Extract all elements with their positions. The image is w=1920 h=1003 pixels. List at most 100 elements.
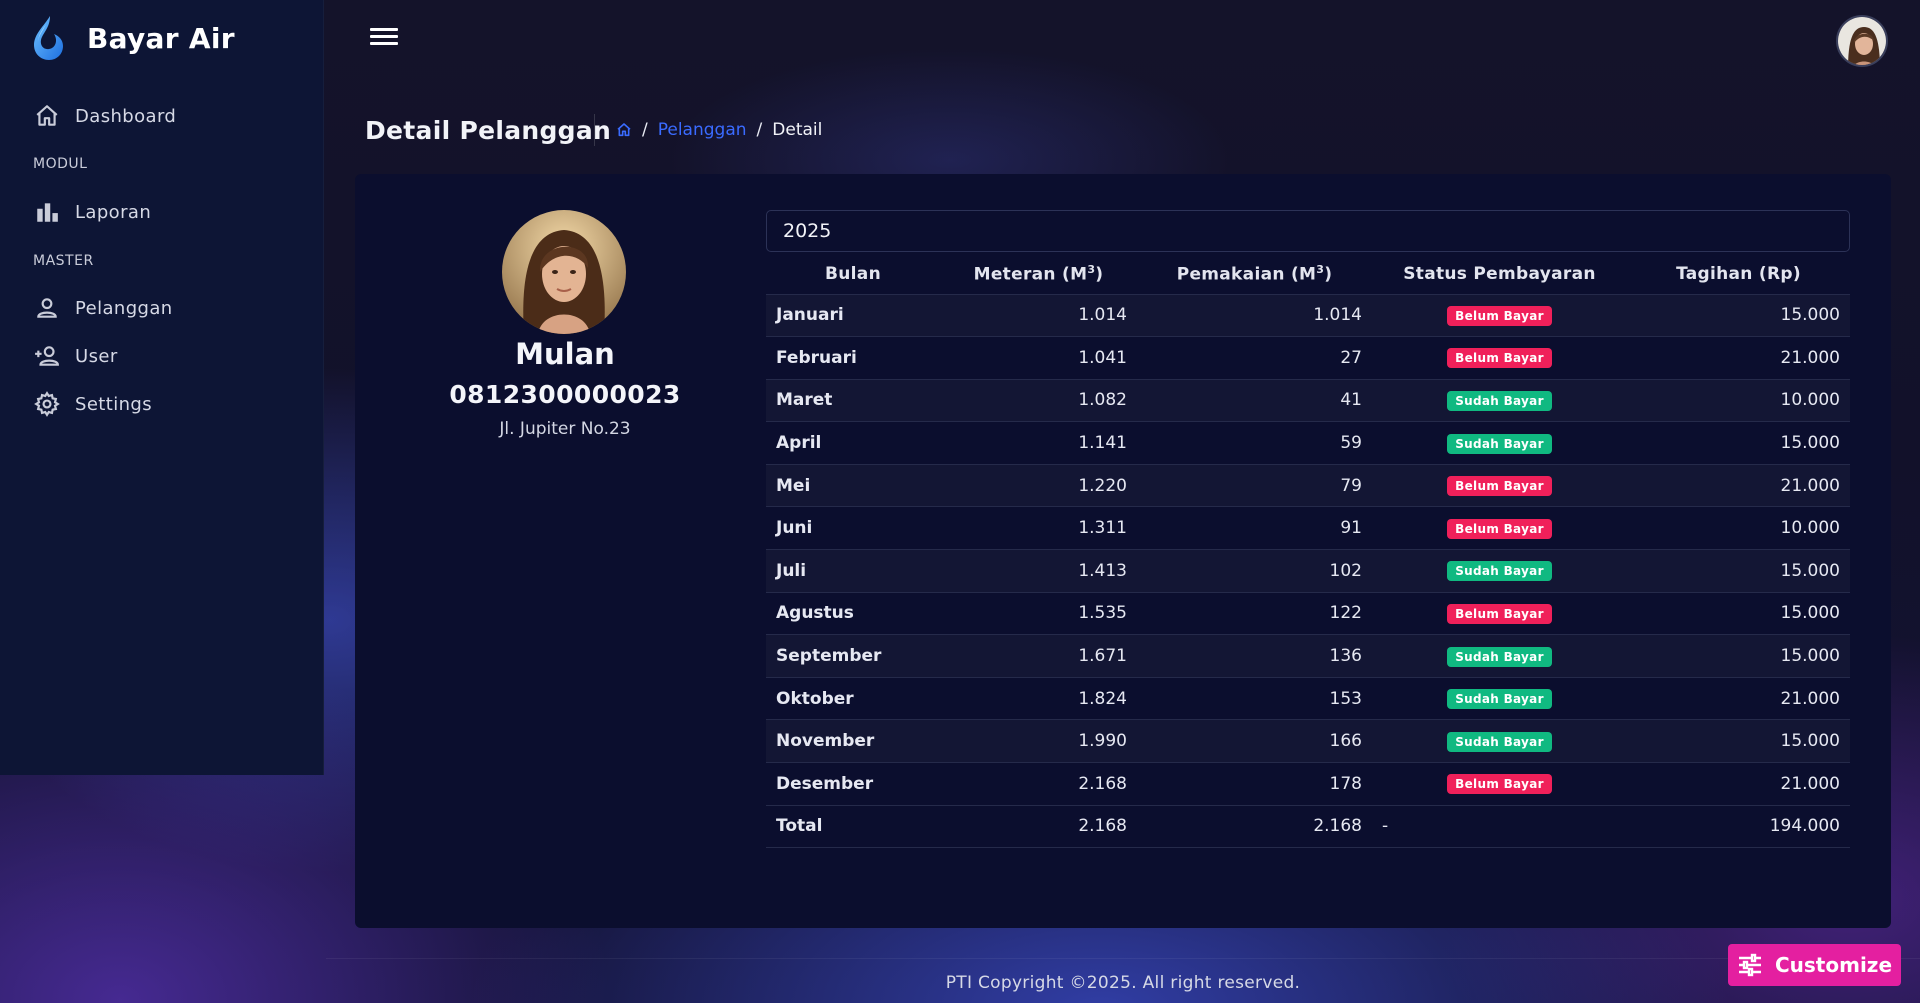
avatar-photo	[1838, 17, 1886, 65]
cell-bill: 10.000	[1627, 378, 1850, 422]
cell-status: Belum Bayar	[1372, 591, 1627, 635]
cell-bill: 21.000	[1627, 762, 1850, 806]
breadcrumb-current: Detail	[772, 120, 823, 140]
user-avatar[interactable]	[1836, 15, 1888, 67]
person-icon	[37, 298, 57, 318]
sidebar-item-label: Settings	[75, 393, 153, 415]
cell-usage: 91	[1137, 506, 1372, 550]
footer-copyright: PTI Copyright ©2025. All right reserved.	[945, 973, 1301, 993]
table-row: Oktober 1.824 153 Sudah Bayar 21.000	[766, 676, 1850, 720]
header-text: Meteran (M	[973, 264, 1088, 285]
table-row: Maret 1.082 41 Sudah Bayar 10.000	[766, 378, 1850, 422]
footer-divider	[326, 958, 1920, 959]
table-row: Juli 1.413 102 Sudah Bayar 15.000	[766, 549, 1850, 593]
cell-month: November	[766, 719, 940, 763]
menu-toggle-button[interactable]	[370, 28, 398, 50]
cell-month: Desember	[766, 762, 940, 806]
cell-meter: 1.311	[940, 506, 1137, 550]
cell-bill: 15.000	[1627, 293, 1850, 337]
cell-meter: 1.824	[940, 676, 1137, 720]
header-text: Pemakaian (M	[1176, 264, 1317, 285]
status-badge: Belum Bayar	[1447, 348, 1552, 369]
cell-status: Belum Bayar	[1372, 336, 1627, 380]
sidebar-item-laporan[interactable]: Laporan	[34, 197, 304, 227]
cell-usage: 79	[1137, 463, 1372, 507]
cell-bill: 15.000	[1627, 634, 1850, 678]
cell-total-usage: 2.168	[1137, 804, 1372, 849]
cell-month: Juni	[766, 506, 940, 550]
brand[interactable]: Bayar Air	[28, 14, 235, 62]
breadcrumb-link-pelanggan[interactable]: Pelanggan	[658, 120, 747, 140]
cell-meter: 1.141	[940, 421, 1137, 465]
customer-address: Jl. Jupiter No.23	[499, 419, 631, 439]
cell-status: Sudah Bayar	[1372, 421, 1627, 465]
status-badge: Belum Bayar	[1447, 603, 1552, 624]
sidebar-item-label: Dashboard	[75, 105, 177, 127]
sidebar-item-user[interactable]: User	[34, 341, 304, 371]
cell-bill: 15.000	[1627, 591, 1850, 635]
customize-button[interactable]: Customize	[1728, 944, 1901, 986]
sidebar-item-label: Laporan	[75, 201, 152, 223]
table-row: Mei 1.220 79 Belum Bayar 21.000	[766, 463, 1850, 507]
cell-month: Maret	[766, 378, 940, 422]
title-divider	[594, 114, 595, 146]
customer-phone: 0812300000023	[449, 380, 681, 409]
table-row: Januari 1.014 1.014 Belum Bayar 15.000	[766, 293, 1850, 337]
cell-bill: 15.000	[1627, 549, 1850, 593]
cell-usage: 1.014	[1137, 293, 1372, 337]
sidebar-item-label: User	[75, 345, 118, 367]
sidebar-item-label: Pelanggan	[75, 297, 173, 319]
cell-status: Belum Bayar	[1372, 293, 1627, 337]
cell-meter: 2.168	[940, 762, 1137, 806]
cell-meter: 1.082	[940, 378, 1137, 422]
breadcrumb: / Pelanggan / Detail	[616, 120, 822, 140]
cell-month: Agustus	[766, 591, 940, 635]
col-header-usage: Pemakaian (M3)	[1137, 254, 1372, 294]
cell-status: Belum Bayar	[1372, 762, 1627, 806]
table-row: Agustus 1.535 122 Belum Bayar 15.000	[766, 591, 1850, 635]
cell-total-label: Total	[766, 804, 940, 849]
cell-usage: 59	[1137, 421, 1372, 465]
cell-usage: 153	[1137, 676, 1372, 720]
hamburger-line	[370, 42, 398, 45]
cell-bill: 15.000	[1627, 719, 1850, 763]
home-icon[interactable]	[616, 122, 632, 138]
header-text: )	[1324, 264, 1333, 285]
year-select[interactable]: 2025	[766, 210, 1850, 252]
table-row: Desember 2.168 178 Belum Bayar 21.000	[766, 762, 1850, 806]
gear-icon	[34, 391, 60, 417]
cell-meter: 1.671	[940, 634, 1137, 678]
cell-usage: 122	[1137, 591, 1372, 635]
table-header-row: Bulan Meteran (M3) Pemakaian (M3) Status…	[766, 254, 1850, 294]
status-badge: Sudah Bayar	[1447, 390, 1552, 411]
cell-month: Oktober	[766, 676, 940, 720]
sidebar-item-dashboard[interactable]: Dashboard	[34, 101, 304, 131]
table-row: November 1.990 166 Sudah Bayar 15.000	[766, 719, 1850, 763]
customer-photo	[502, 210, 626, 334]
table-row: Juni 1.311 91 Belum Bayar 10.000	[766, 506, 1850, 550]
home-icon	[36, 105, 58, 126]
sidebar-item-pelanggan[interactable]: Pelanggan	[34, 293, 304, 323]
status-badge: Sudah Bayar	[1447, 731, 1552, 752]
status-badge: Belum Bayar	[1447, 476, 1552, 497]
cell-bill: 21.000	[1627, 676, 1850, 720]
cell-meter: 1.041	[940, 336, 1137, 380]
cell-usage: 41	[1137, 378, 1372, 422]
bar-chart-icon	[37, 203, 58, 222]
cell-status: Belum Bayar	[1372, 463, 1627, 507]
cell-month: September	[766, 634, 940, 678]
breadcrumb-separator: /	[642, 120, 648, 140]
customize-label: Customize	[1774, 953, 1893, 977]
sidebar: Bayar Air Dashboard MODUL Laporan MASTER…	[0, 0, 324, 775]
col-header-status: Status Pembayaran	[1403, 263, 1596, 284]
cell-meter: 1.220	[940, 463, 1137, 507]
water-drop-logo-icon	[34, 16, 63, 60]
cell-meter: 1.413	[940, 549, 1137, 593]
cell-usage: 136	[1137, 634, 1372, 678]
cell-bill: 21.000	[1627, 336, 1850, 380]
cell-usage: 102	[1137, 549, 1372, 593]
cell-total-status: -	[1372, 804, 1627, 849]
sidebar-item-settings[interactable]: Settings	[34, 389, 304, 419]
cell-usage: 178	[1137, 762, 1372, 806]
table-row: Februari 1.041 27 Belum Bayar 21.000	[766, 336, 1850, 380]
